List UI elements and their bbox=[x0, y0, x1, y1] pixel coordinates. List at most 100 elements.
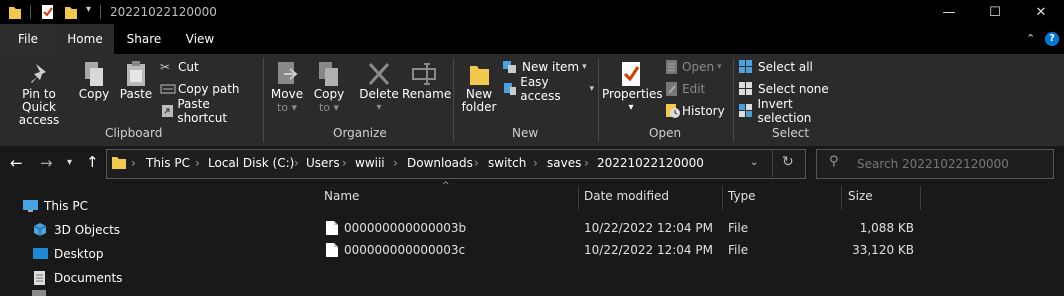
copy-path-label: Copy path bbox=[178, 82, 240, 96]
tab-home[interactable]: Home bbox=[56, 24, 114, 54]
copy-icon bbox=[85, 62, 103, 86]
pin-to-quick-access-button[interactable]: Pin to Quick access bbox=[4, 60, 74, 127]
nav-item-3d-objects[interactable]: 3D Objects bbox=[32, 218, 120, 242]
edit-button[interactable]: Edit bbox=[664, 79, 730, 99]
address-dropdown-icon[interactable]: ⌄ bbox=[750, 157, 758, 168]
tab-file[interactable]: File bbox=[0, 24, 56, 54]
divider bbox=[100, 5, 101, 19]
breadcrumb-local-disk[interactable]: Local Disk (C:) bbox=[208, 156, 294, 170]
search-icon: ⚲ bbox=[829, 154, 839, 169]
maximize-button[interactable]: ☐ bbox=[972, 0, 1018, 24]
paste-button[interactable]: Paste bbox=[118, 60, 154, 101]
rename-label: Rename bbox=[402, 87, 452, 101]
tab-share[interactable]: Share bbox=[116, 24, 172, 54]
chevron-right-icon[interactable]: › bbox=[342, 156, 347, 170]
file-icon bbox=[326, 221, 338, 235]
column-divider[interactable] bbox=[722, 186, 723, 210]
back-icon[interactable]: ← bbox=[10, 154, 23, 172]
easy-access-button[interactable]: Easy access ▾ bbox=[502, 75, 594, 103]
chevron-right-icon[interactable]: › bbox=[294, 156, 299, 170]
search-input[interactable] bbox=[855, 154, 1049, 174]
chevron-right-icon[interactable]: › bbox=[474, 156, 479, 170]
file-row[interactable]: 000000000000003b 10/22/2022 12:04 PM Fil… bbox=[318, 217, 922, 239]
paste-shortcut-button[interactable]: Paste shortcut bbox=[160, 97, 260, 125]
edit-icon bbox=[666, 82, 677, 96]
select-group-label: Select bbox=[772, 126, 810, 140]
nav-item-this-pc[interactable]: This PC bbox=[22, 194, 88, 218]
close-button[interactable]: ✕ bbox=[1018, 0, 1064, 24]
move-to-label-line2: to ▾ bbox=[276, 101, 298, 114]
column-divider[interactable] bbox=[920, 186, 921, 210]
file-name: 000000000000003c bbox=[344, 243, 466, 257]
chevron-right-icon[interactable]: › bbox=[131, 156, 136, 170]
forward-icon[interactable]: → bbox=[40, 154, 53, 172]
copy-button[interactable]: Copy bbox=[76, 60, 112, 101]
properties-button[interactable]: Properties ▾ bbox=[602, 60, 663, 114]
paste-icon bbox=[127, 61, 145, 86]
help-icon[interactable]: ? bbox=[1045, 32, 1059, 46]
new-folder-button[interactable]: New folder bbox=[458, 60, 500, 114]
column-header-size[interactable]: Size bbox=[848, 189, 873, 203]
new-item-button[interactable]: New item ▾ bbox=[502, 57, 594, 77]
tab-view[interactable]: View bbox=[172, 24, 228, 54]
delete-dropdown-icon[interactable]: ▾ bbox=[358, 101, 400, 114]
properties-icon[interactable] bbox=[40, 4, 56, 20]
rename-button[interactable]: Rename bbox=[402, 60, 452, 101]
open-button[interactable]: Open ▾ bbox=[664, 57, 730, 77]
ribbon-tab-bar: File Home Share View ⌃ ? bbox=[0, 24, 1064, 54]
organize-group-label: Organize bbox=[333, 126, 387, 140]
folder-icon bbox=[112, 157, 126, 169]
file-row[interactable]: 000000000000003c 10/22/2022 12:04 PM Fil… bbox=[318, 239, 922, 261]
column-header-date-modified[interactable]: Date modified bbox=[584, 189, 669, 203]
collapse-ribbon-icon[interactable]: ⌃ bbox=[1026, 32, 1035, 45]
history-icon bbox=[666, 104, 680, 118]
minimize-button[interactable]: — bbox=[926, 0, 972, 24]
copy-label: Copy bbox=[78, 87, 110, 101]
refresh-button[interactable]: ↻ bbox=[772, 149, 805, 177]
chevron-down-icon: ▾ bbox=[582, 62, 587, 72]
file-date-modified: 10/22/2022 12:04 PM bbox=[584, 221, 713, 235]
nav-item-documents[interactable]: Documents bbox=[32, 266, 122, 290]
new-small-buttons: New item ▾ Easy access ▾ bbox=[502, 57, 594, 103]
file-size: 1,088 KB bbox=[859, 221, 914, 235]
breadcrumb-saves[interactable]: saves bbox=[547, 156, 581, 170]
properties-dropdown-icon[interactable]: ▾ bbox=[602, 101, 660, 114]
column-divider[interactable] bbox=[578, 186, 579, 210]
recent-locations-icon[interactable]: ▾ bbox=[67, 157, 72, 168]
chevron-right-icon[interactable]: › bbox=[533, 156, 538, 170]
select-none-button[interactable]: Select none bbox=[738, 79, 848, 99]
invert-selection-button[interactable]: Invert selection bbox=[738, 97, 848, 125]
history-button[interactable]: History bbox=[664, 101, 730, 121]
new-item-label: New item bbox=[522, 60, 580, 74]
nav-item-desktop[interactable]: Desktop bbox=[32, 242, 104, 266]
new-folder-icon[interactable] bbox=[64, 4, 78, 20]
breadcrumb-downloads[interactable]: Downloads bbox=[407, 156, 473, 170]
open-group-label: Open bbox=[649, 126, 682, 140]
column-header-type[interactable]: Type bbox=[728, 189, 756, 203]
copy-path-button[interactable]: Copy path bbox=[160, 79, 260, 99]
partial-nav-icon bbox=[32, 290, 46, 296]
group-divider bbox=[598, 58, 599, 142]
move-to-button[interactable]: Move to ▾ bbox=[268, 60, 306, 114]
new-folder-label-line2: folder bbox=[461, 100, 497, 114]
select-small-buttons: Select all Select none Invert selection bbox=[738, 57, 848, 125]
breadcrumb-wwiii[interactable]: wwiii bbox=[355, 156, 385, 170]
chevron-right-icon[interactable]: › bbox=[393, 156, 398, 170]
breadcrumb-switch[interactable]: switch bbox=[488, 156, 526, 170]
file-icon bbox=[326, 243, 338, 257]
cut-button[interactable]: ✂ Cut bbox=[160, 57, 260, 77]
easy-access-icon bbox=[504, 83, 516, 95]
delete-button[interactable]: Delete ▾ bbox=[358, 60, 400, 114]
breadcrumb-users[interactable]: Users bbox=[306, 156, 340, 170]
chevron-right-icon[interactable]: › bbox=[584, 156, 589, 170]
breadcrumb-this-pc[interactable]: This PC bbox=[146, 156, 190, 170]
column-header-name[interactable]: Name bbox=[324, 189, 359, 203]
up-icon[interactable]: ↑ bbox=[86, 153, 99, 171]
chevron-right-icon[interactable]: › bbox=[195, 156, 200, 170]
breadcrumb-current-folder[interactable]: 20221022120000 bbox=[597, 156, 704, 170]
search-box[interactable]: ⚲ bbox=[816, 149, 1054, 179]
select-all-button[interactable]: Select all bbox=[738, 57, 848, 77]
copy-to-button[interactable]: Copy to ▾ bbox=[310, 60, 348, 114]
customize-quick-access-icon[interactable]: ▾ bbox=[86, 4, 91, 15]
column-divider[interactable] bbox=[841, 186, 842, 210]
